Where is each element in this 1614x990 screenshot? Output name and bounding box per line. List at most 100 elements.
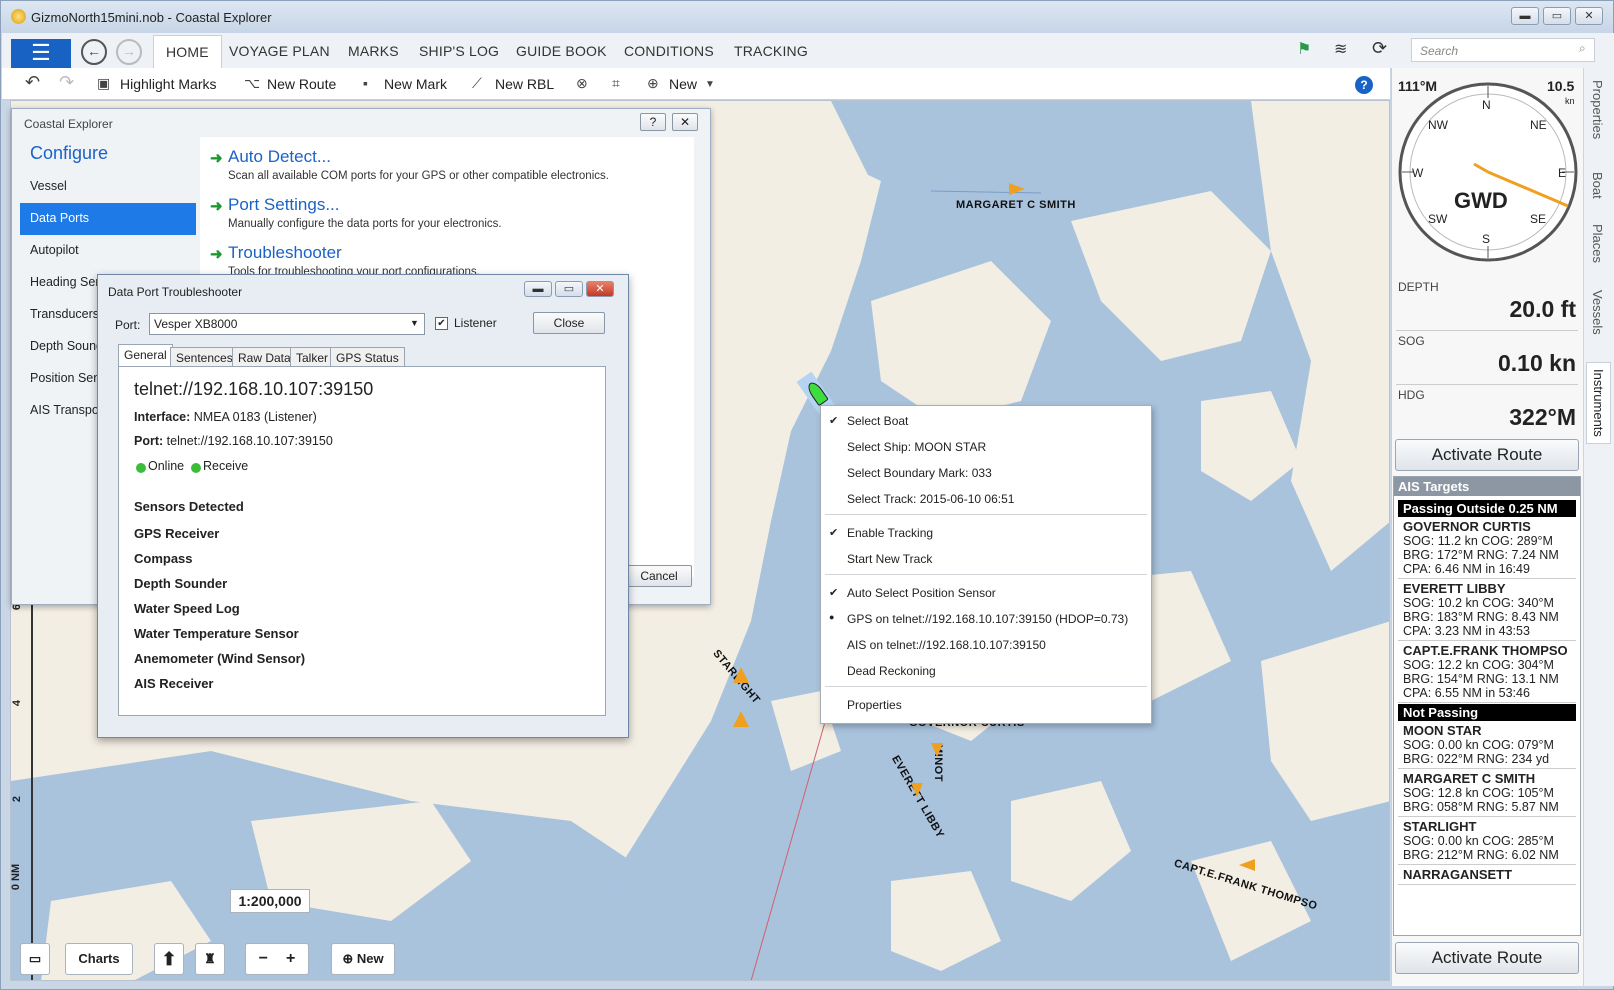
ais-target-item[interactable]: MARGARET C SMITH SOG: 12.8 kn COG: 105°M… <box>1398 769 1576 817</box>
redo-icon[interactable]: ↷ <box>59 72 74 93</box>
menu-item-enable-tracking[interactable]: Enable Tracking <box>847 526 933 540</box>
ais-target-item[interactable]: CAPT.E.FRANK THOMPSO SOG: 12.2 kn COG: 3… <box>1398 641 1576 703</box>
ais-target-icon[interactable] <box>733 667 749 683</box>
ais-target-icon[interactable] <box>733 711 749 727</box>
menu-item-start-new-track[interactable]: Start New Track <box>847 552 932 566</box>
tab-guide-book[interactable]: GUIDE BOOK <box>516 43 607 59</box>
config-item-data-ports[interactable]: Data Ports <box>30 211 89 225</box>
listener-checkbox[interactable]: ✔ <box>435 317 448 330</box>
tab-gps-status[interactable]: GPS Status <box>330 347 405 367</box>
activate-route-button-bottom[interactable]: Activate Route <box>1395 942 1579 974</box>
menu-item-properties[interactable]: Properties <box>847 698 902 712</box>
help-icon[interactable]: ? <box>640 113 666 131</box>
tab-raw-data[interactable]: Raw Data <box>232 347 297 367</box>
scale-tick-label: 0 NM <box>10 863 23 891</box>
sync-icon[interactable]: ⟳ <box>1372 38 1387 59</box>
close-button[interactable]: Close <box>533 312 605 334</box>
search-icon[interactable]: ⌕ <box>1579 41 1586 56</box>
layers-icon[interactable]: ▭ <box>20 943 50 975</box>
menu-item-select-track[interactable]: Select Track: 2015-06-10 06:51 <box>847 492 1014 506</box>
ais-target-item[interactable]: MOON STAR SOG: 0.00 kn COG: 079°M BRG: 0… <box>1398 721 1576 769</box>
ais-target-icon[interactable] <box>911 783 923 797</box>
tab-talker[interactable]: Talker <box>290 347 335 367</box>
ais-target-item[interactable]: NARRAGANSETT <box>1398 865 1576 885</box>
menu-item-select-boundary-mark[interactable]: Select Boundary Mark: 033 <box>847 466 992 480</box>
config-item-heading-sensor[interactable]: Heading Sen <box>30 275 102 289</box>
tab-tracking[interactable]: TRACKING <box>734 43 808 59</box>
ais-targets-list[interactable]: AIS Targets Passing Outside 0.25 NM GOVE… <box>1393 476 1581 936</box>
undo-icon[interactable]: ↶ <box>25 72 40 93</box>
ais-target-item[interactable]: STARLIGHT SOG: 0.00 kn COG: 285°M BRG: 2… <box>1398 817 1576 865</box>
new-dropdown-button[interactable]: New <box>669 76 697 92</box>
vessel-label-margaret[interactable]: MARGARET C SMITH <box>956 199 1076 211</box>
minimize-icon[interactable]: ▬ <box>524 281 552 297</box>
close-icon[interactable]: ✕ <box>586 281 614 297</box>
new-rbl-icon: ⟋ <box>472 75 482 91</box>
ais-target-icon[interactable] <box>1239 859 1255 871</box>
menu-item-dead-reckoning[interactable]: Dead Reckoning <box>847 664 936 678</box>
listener-label: Listener <box>454 316 497 330</box>
charts-button[interactable]: Charts <box>65 943 133 975</box>
minimize-button[interactable]: ▬ <box>1511 7 1539 25</box>
maximize-icon[interactable]: ▭ <box>555 281 583 297</box>
lighthouse-icon[interactable]: ♜ <box>195 943 225 975</box>
tab-marks[interactable]: MARKS <box>348 43 399 59</box>
menu-item-select-ship[interactable]: Select Ship: MOON STAR <box>847 440 986 454</box>
config-item-depth-sounder[interactable]: Depth Sound <box>30 339 103 353</box>
new-route-button[interactable]: New Route <box>267 76 336 92</box>
gps-signal-icon[interactable]: ⚑ <box>1297 39 1311 59</box>
ais-target-item[interactable]: GOVERNOR CURTIS SOG: 11.2 kn COG: 289°M … <box>1398 517 1576 579</box>
new-route-icon: ⌥ <box>244 75 261 91</box>
menu-item-select-boat[interactable]: Select Boat <box>847 414 908 428</box>
highlight-marks-button[interactable]: Highlight Marks <box>120 76 216 92</box>
tab-general[interactable]: General <box>118 344 173 367</box>
tab-home[interactable]: HOME <box>153 35 222 69</box>
area-tool-icon[interactable]: ⌗ <box>612 75 620 92</box>
menu-item-auto-select-position[interactable]: Auto Select Position Sensor <box>847 586 996 600</box>
tab-voyage-plan[interactable]: VOYAGE PLAN <box>229 43 330 59</box>
activate-route-button[interactable]: Activate Route <box>1395 439 1579 471</box>
config-item-vessel[interactable]: Vessel <box>30 179 67 193</box>
ais-target-icon[interactable] <box>1009 183 1025 195</box>
ais-target-icon[interactable] <box>931 743 943 757</box>
cancel-circle-icon[interactable]: ⊗ <box>576 75 588 92</box>
cancel-button[interactable]: Cancel <box>626 565 692 587</box>
ais-target-item[interactable]: EVERETT LIBBY SOG: 10.2 kn COG: 340°M BR… <box>1398 579 1576 641</box>
side-tab-vessels[interactable]: Vessels <box>1590 290 1605 335</box>
zoom-in-button[interactable]: + <box>286 950 295 967</box>
menu-item-gps-sensor[interactable]: GPS on telnet://192.168.10.107:39150 (HD… <box>847 612 1128 626</box>
close-icon[interactable]: ✕ <box>672 113 698 131</box>
new-map-button[interactable]: ⊕ New <box>331 943 395 975</box>
side-tab-places[interactable]: Places <box>1590 224 1605 263</box>
new-rbl-button[interactable]: New RBL <box>495 76 554 92</box>
chevron-down-icon[interactable]: ▼ <box>705 79 715 90</box>
north-up-icon[interactable]: ⬆ <box>154 943 184 975</box>
side-tab-boat[interactable]: Boat <box>1590 172 1605 199</box>
troubleshooter-link[interactable]: Troubleshooter <box>228 243 342 263</box>
maximize-button[interactable]: ▭ <box>1543 7 1571 25</box>
config-item-transducers[interactable]: Transducers <box>30 307 99 321</box>
config-item-ais-transponder[interactable]: AIS Transpor <box>30 403 103 417</box>
new-mark-button[interactable]: New Mark <box>384 76 447 92</box>
search-input[interactable]: Search <box>1411 38 1595 62</box>
chevron-down-icon[interactable]: ▼ <box>410 318 419 328</box>
back-icon[interactable]: ← <box>81 39 107 65</box>
auto-detect-link[interactable]: Auto Detect... <box>228 147 331 167</box>
tab-ships-log[interactable]: SHIP'S LOG <box>419 43 499 59</box>
close-window-button[interactable]: ✕ <box>1575 7 1603 25</box>
help-icon[interactable]: ? <box>1355 76 1373 94</box>
port-settings-link[interactable]: Port Settings... <box>228 195 340 215</box>
tab-conditions[interactable]: CONDITIONS <box>624 43 714 59</box>
zoom-out-button[interactable]: − <box>259 950 268 967</box>
menu-item-ais-sensor[interactable]: AIS on telnet://192.168.10.107:39150 <box>847 638 1046 652</box>
side-tab-instruments[interactable]: Instruments <box>1586 362 1611 444</box>
rss-feed-icon[interactable]: ≋ <box>1334 39 1347 59</box>
ais-target-line: BRG: 058°M RNG: 5.87 NM <box>1403 800 1559 814</box>
port-select[interactable]: Vesper XB8000 <box>149 313 425 335</box>
side-tab-properties[interactable]: Properties <box>1590 80 1605 139</box>
hamburger-menu-icon[interactable]: ☰ <box>11 39 71 69</box>
config-item-position-sensor[interactable]: Position Sens <box>30 371 106 385</box>
config-item-autopilot[interactable]: Autopilot <box>30 243 79 257</box>
forward-icon[interactable]: → <box>116 39 142 65</box>
tab-sentences[interactable]: Sentences <box>170 347 239 367</box>
